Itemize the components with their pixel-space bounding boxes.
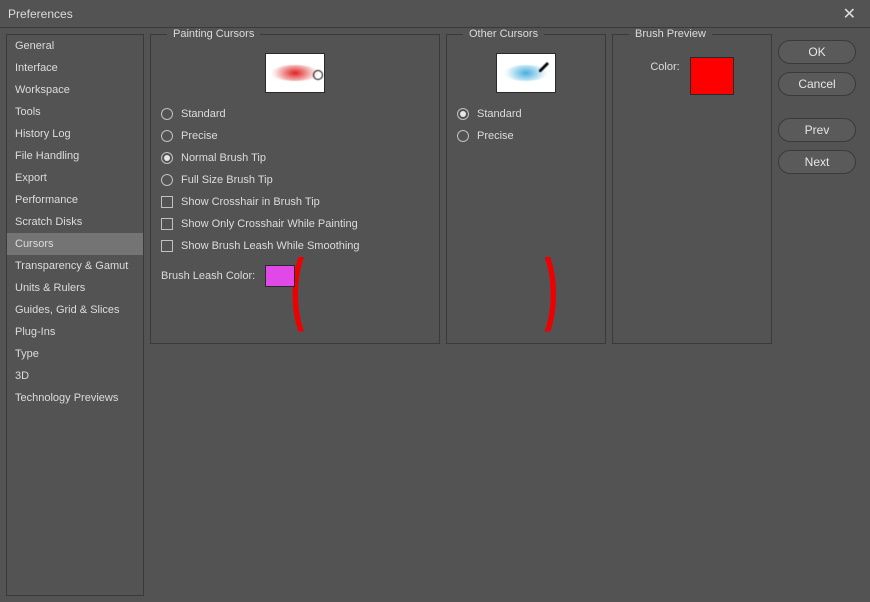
dialog-body: General Interface Workspace Tools Histor…	[0, 28, 870, 602]
radio-icon	[457, 130, 469, 142]
check-label: Show Brush Leash While Smoothing	[181, 240, 360, 252]
close-icon[interactable]: ✕	[837, 2, 862, 26]
titlebar: Preferences ✕	[0, 0, 870, 28]
radio-label: Standard	[477, 108, 522, 120]
radio-icon	[161, 130, 173, 142]
brush-preview-title: Brush Preview	[629, 28, 712, 40]
brush-preview-color-row: Color:	[623, 53, 761, 99]
radio-label: Standard	[181, 108, 226, 120]
check-label: Show Crosshair in Brush Tip	[181, 196, 320, 208]
sidebar-item-interface[interactable]: Interface	[7, 57, 143, 79]
checkbox-icon	[161, 240, 173, 252]
brush-leash-color-row: Brush Leash Color:	[161, 265, 429, 287]
radio-other-precise[interactable]: Precise	[457, 125, 595, 147]
radio-icon	[161, 108, 173, 120]
eyedropper-icon	[536, 61, 550, 75]
main-panel: ( ) Painting Cursors Standard Precise No	[150, 34, 864, 596]
radio-icon	[161, 174, 173, 186]
sidebar-item-units-rulers[interactable]: Units & Rulers	[7, 277, 143, 299]
sidebar-item-export[interactable]: Export	[7, 167, 143, 189]
painting-cursors-title: Painting Cursors	[167, 28, 260, 40]
sidebar-item-transparency-gamut[interactable]: Transparency & Gamut	[7, 255, 143, 277]
check-show-crosshair[interactable]: Show Crosshair in Brush Tip	[161, 191, 429, 213]
radio-other-standard[interactable]: Standard	[457, 103, 595, 125]
brush-stroke-icon	[271, 65, 319, 81]
sidebar-item-cursors[interactable]: Cursors	[7, 233, 143, 255]
radio-label: Precise	[477, 130, 514, 142]
ok-button[interactable]: OK	[778, 40, 856, 64]
sidebar-item-workspace[interactable]: Workspace	[7, 79, 143, 101]
sidebar-item-type[interactable]: Type	[7, 343, 143, 365]
sidebar-item-technology-previews[interactable]: Technology Previews	[7, 387, 143, 409]
next-button[interactable]: Next	[778, 150, 856, 174]
checkbox-icon	[161, 196, 173, 208]
sidebar-item-3d[interactable]: 3D	[7, 365, 143, 387]
cancel-button[interactable]: Cancel	[778, 72, 856, 96]
radio-normal-brush-tip[interactable]: Normal Brush Tip	[161, 147, 429, 169]
dialog-title: Preferences	[8, 7, 73, 21]
sidebar-item-guides-grid-slices[interactable]: Guides, Grid & Slices	[7, 299, 143, 321]
sidebar-item-scratch-disks[interactable]: Scratch Disks	[7, 211, 143, 233]
prev-button[interactable]: Prev	[778, 118, 856, 142]
other-cursor-preview	[496, 53, 556, 93]
brush-leash-color-label: Brush Leash Color:	[161, 270, 255, 282]
sidebar: General Interface Workspace Tools Histor…	[6, 34, 144, 596]
sidebar-item-history-log[interactable]: History Log	[7, 123, 143, 145]
brush-preview-group: Brush Preview Color:	[612, 34, 772, 344]
brush-preview-color-label: Color:	[650, 57, 679, 73]
other-cursors-title: Other Cursors	[463, 28, 544, 40]
painting-cursor-preview	[265, 53, 325, 93]
preferences-dialog: Preferences ✕ General Interface Workspac…	[0, 0, 870, 602]
other-cursors-group: Other Cursors Standard Precise	[446, 34, 606, 344]
sidebar-item-tools[interactable]: Tools	[7, 101, 143, 123]
sidebar-item-file-handling[interactable]: File Handling	[7, 145, 143, 167]
button-column: OK Cancel Prev Next	[778, 34, 856, 596]
radio-label: Full Size Brush Tip	[181, 174, 273, 186]
radio-label: Precise	[181, 130, 218, 142]
brush-leash-color-swatch[interactable]	[265, 265, 295, 287]
radio-precise[interactable]: Precise	[161, 125, 429, 147]
sidebar-item-general[interactable]: General	[7, 35, 143, 57]
brush-stroke-icon	[504, 65, 548, 81]
sidebar-item-performance[interactable]: Performance	[7, 189, 143, 211]
radio-full-size-brush-tip[interactable]: Full Size Brush Tip	[161, 169, 429, 191]
radio-standard[interactable]: Standard	[161, 103, 429, 125]
check-show-only-crosshair[interactable]: Show Only Crosshair While Painting	[161, 213, 429, 235]
check-label: Show Only Crosshair While Painting	[181, 218, 358, 230]
painting-cursors-group: Painting Cursors Standard Precise Normal…	[150, 34, 440, 344]
checkbox-icon	[161, 218, 173, 230]
radio-icon	[457, 108, 469, 120]
radio-label: Normal Brush Tip	[181, 152, 266, 164]
radio-icon	[161, 152, 173, 164]
sidebar-item-plug-ins[interactable]: Plug-Ins	[7, 321, 143, 343]
check-show-brush-leash[interactable]: Show Brush Leash While Smoothing	[161, 235, 429, 257]
brush-preview-color-swatch[interactable]	[690, 57, 734, 95]
